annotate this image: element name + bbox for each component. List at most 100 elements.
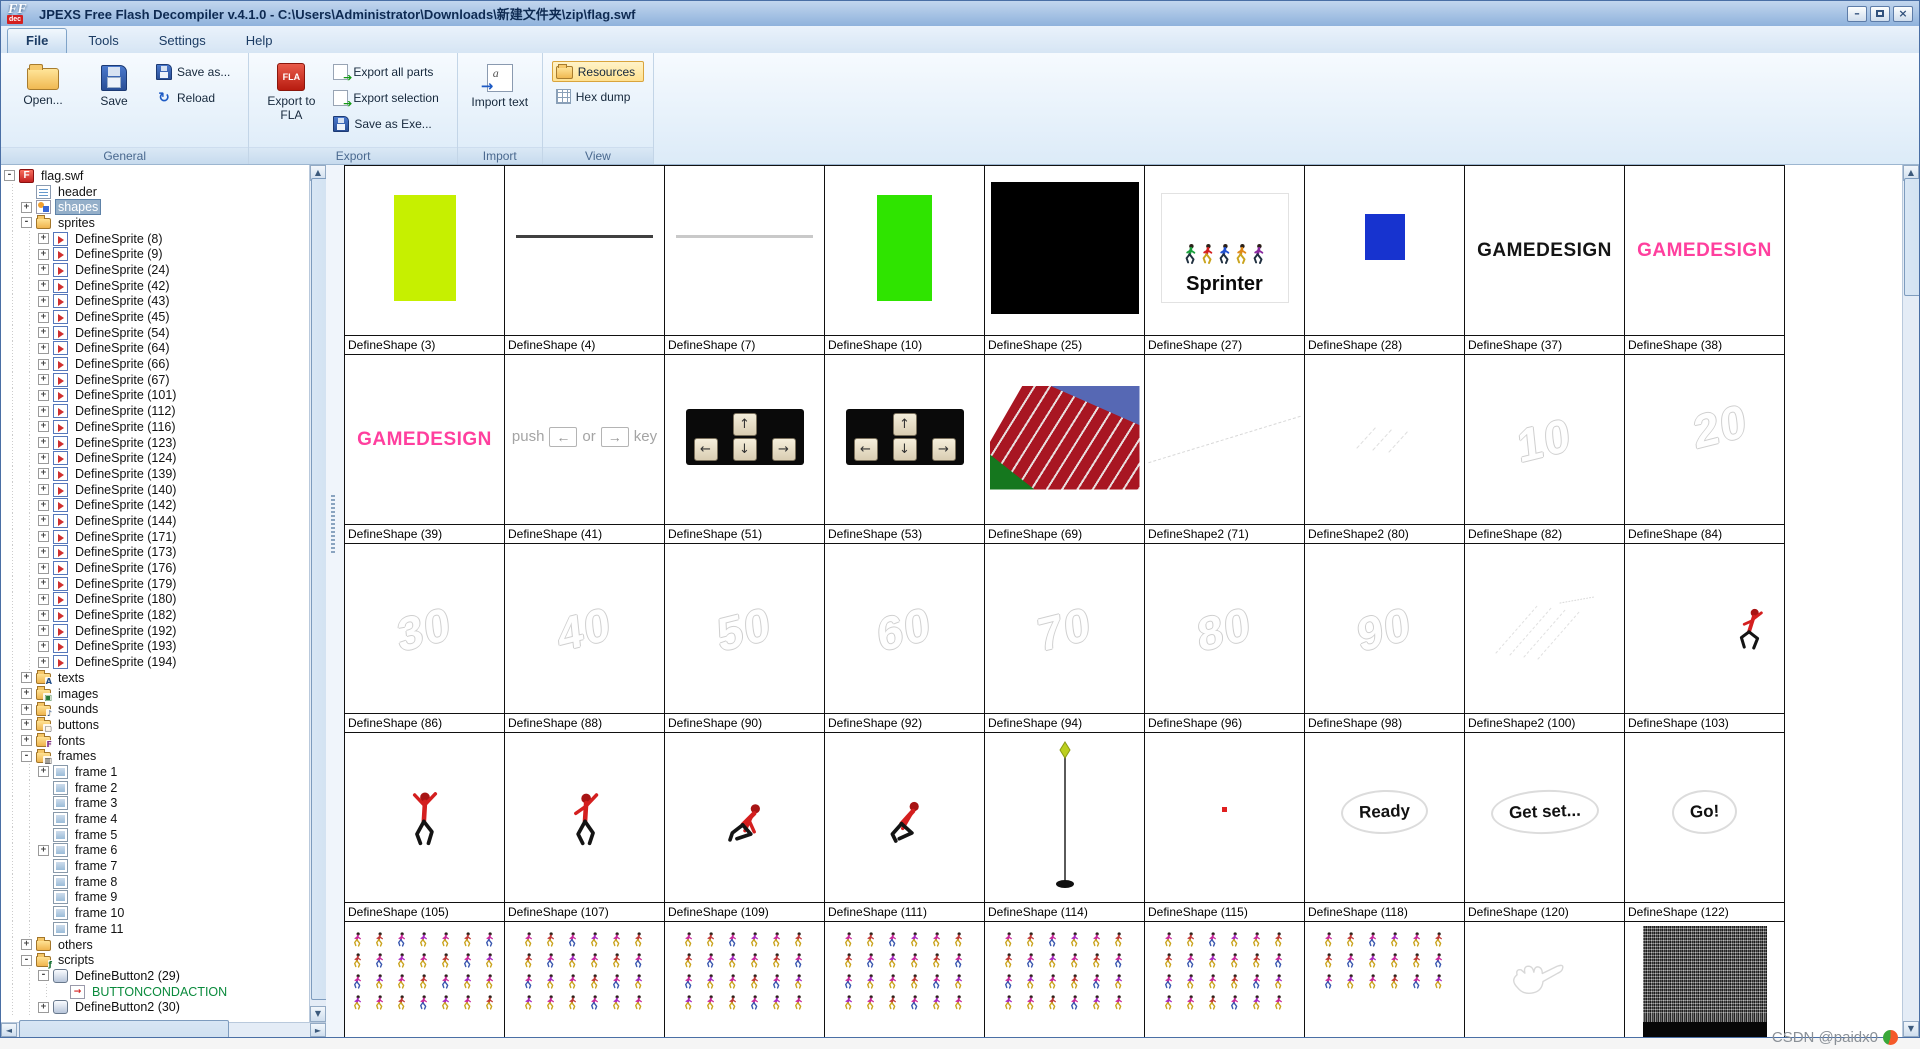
minimize-button[interactable]: – <box>1847 5 1867 22</box>
tree-item-definesprite-42[interactable]: + DefineSprite (42) <box>4 277 309 294</box>
cell-unlabeled[interactable] <box>1305 922 1465 1037</box>
tree-item-definesprite-66[interactable]: + DefineSprite (66) <box>4 356 309 372</box>
tree-item-shapes[interactable]: + shapes <box>4 199 309 216</box>
expand-icon[interactable]: + <box>21 201 32 213</box>
tree-item-flag-swf[interactable]: - flag.swf <box>4 168 309 184</box>
tree-scroll-thumb[interactable] <box>311 178 326 1000</box>
expand-icon[interactable]: + <box>38 295 49 307</box>
expand-icon[interactable]: + <box>38 484 49 496</box>
cell-defineshape-94[interactable]: 70 DefineShape (94) <box>985 544 1145 733</box>
cell-defineshape-28[interactable]: DefineShape (28) <box>1305 166 1465 355</box>
tree-item-frames[interactable]: - frames <box>4 748 309 765</box>
expand-icon[interactable]: + <box>38 499 49 511</box>
expand-icon[interactable]: + <box>38 515 49 527</box>
cell-defineshape-3[interactable]: DefineShape (3) <box>345 166 505 355</box>
tree-item-definesprite-64[interactable]: + DefineSprite (64) <box>4 340 309 357</box>
cell-unlabeled[interactable] <box>665 922 825 1037</box>
tree-item-definesprite-173[interactable]: + DefineSprite (173) <box>4 544 309 561</box>
cell-defineshape2-80[interactable]: DefineShape2 (80) <box>1305 355 1465 544</box>
cell-defineshape-120[interactable]: Get set... DefineShape (120) <box>1465 733 1625 922</box>
menu-tab-settings[interactable]: Settings <box>140 28 225 53</box>
tree-item-definesprite-182[interactable]: + DefineSprite (182) <box>4 607 309 623</box>
expand-icon[interactable]: + <box>38 233 49 245</box>
cell-defineshape-25[interactable]: DefineShape (25) <box>985 166 1145 355</box>
open-button[interactable]: Open... <box>10 58 76 113</box>
save-button[interactable]: Save <box>81 58 147 114</box>
cell-defineshape-118[interactable]: Ready DefineShape (118) <box>1305 733 1465 922</box>
hex-dump-button[interactable]: Hex dump <box>552 86 644 107</box>
cell-defineshape-82[interactable]: 10 DefineShape (82) <box>1465 355 1625 544</box>
expand-icon[interactable]: + <box>38 844 49 856</box>
cell-defineshape-4[interactable]: DefineShape (4) <box>505 166 665 355</box>
tree-horizontal-scrollbar[interactable]: ◄ ► <box>1 1020 326 1037</box>
reload-button[interactable]: Reload <box>152 87 239 109</box>
cell-unlabeled[interactable] <box>985 922 1145 1037</box>
expand-icon[interactable]: + <box>38 405 49 417</box>
expand-icon[interactable]: + <box>38 280 49 292</box>
tree-item-definesprite-43[interactable]: + DefineSprite (43) <box>4 293 309 310</box>
cell-defineshape-103[interactable]: DefineShape (103) <box>1625 544 1785 733</box>
cell-unlabeled[interactable] <box>345 922 505 1037</box>
tree-item-definesprite-180[interactable]: + DefineSprite (180) <box>4 591 309 608</box>
tree-item-definesprite-45[interactable]: + DefineSprite (45) <box>4 309 309 325</box>
tree-item-header[interactable]: header <box>4 183 309 200</box>
cell-defineshape-41[interactable]: push ← or → key DefineShape (41) <box>505 355 665 544</box>
cell-unlabeled[interactable] <box>1625 922 1785 1037</box>
cell-defineshape-109[interactable]: DefineShape (109) <box>665 733 825 922</box>
cell-defineshape-10[interactable]: DefineShape (10) <box>825 166 985 355</box>
tree-item-frame-8[interactable]: frame 8 <box>4 873 309 890</box>
tree-item-definesprite-8[interactable]: + DefineSprite (8) <box>4 230 309 247</box>
collapse-icon[interactable]: - <box>21 217 32 229</box>
cell-defineshape-53[interactable]: ↑ ← ↓ → DefineShape (53) <box>825 355 985 544</box>
expand-icon[interactable]: + <box>38 389 49 401</box>
menu-tab-tools[interactable]: Tools <box>69 28 137 53</box>
expand-icon[interactable]: + <box>38 311 49 323</box>
main-scroll-thumb[interactable] <box>1904 178 1919 296</box>
expand-icon[interactable]: + <box>38 374 49 386</box>
main-scroll-track[interactable] <box>1903 177 1919 1021</box>
scroll-down-icon[interactable]: ▼ <box>1903 1021 1919 1037</box>
tree-item-scripts[interactable]: - scripts <box>4 952 309 969</box>
tree-item-frame-4[interactable]: frame 4 <box>4 811 309 827</box>
expand-icon[interactable]: + <box>38 546 49 558</box>
cell-defineshape2-100[interactable]: DefineShape2 (100) <box>1465 544 1625 733</box>
tree-item-frame-3[interactable]: frame 3 <box>4 795 309 812</box>
tree-item-frame-1[interactable]: + frame 1 <box>4 764 309 780</box>
main-vertical-scrollbar[interactable]: ▲ ▼ <box>1902 165 1919 1037</box>
tree-item-others[interactable]: + others <box>4 936 309 953</box>
cell-defineshape2-71[interactable]: DefineShape2 (71) <box>1145 355 1305 544</box>
cell-defineshape-111[interactable]: DefineShape (111) <box>825 733 985 922</box>
cell-defineshape-84[interactable]: 20 DefineShape (84) <box>1625 355 1785 544</box>
cell-defineshape-38[interactable]: GAMEDESIGN DefineShape (38) <box>1625 166 1785 355</box>
cell-defineshape-105[interactable]: DefineShape (105) <box>345 733 505 922</box>
expand-icon[interactable]: + <box>38 640 49 652</box>
tree-item-definesprite-112[interactable]: + DefineSprite (112) <box>4 403 309 419</box>
cell-defineshape-107[interactable]: DefineShape (107) <box>505 733 665 922</box>
tree-item-sounds[interactable]: + sounds <box>4 701 309 718</box>
expand-icon[interactable]: + <box>38 609 49 621</box>
expand-icon[interactable]: + <box>38 578 49 590</box>
cell-defineshape-51[interactable]: ↑ ← ↓ → DefineShape (51) <box>665 355 825 544</box>
expand-icon[interactable]: + <box>38 766 49 778</box>
expand-icon[interactable]: + <box>38 531 49 543</box>
collapse-icon[interactable]: - <box>4 170 15 182</box>
expand-icon[interactable]: + <box>38 625 49 637</box>
tree-item-frame-5[interactable]: frame 5 <box>4 826 309 843</box>
cell-defineshape-27[interactable]: Sprinter DefineShape (27) <box>1145 166 1305 355</box>
tree-item-frame-2[interactable]: frame 2 <box>4 779 309 796</box>
tree-item-definesprite-123[interactable]: + DefineSprite (123) <box>4 434 309 451</box>
tree-item-fonts[interactable]: + fonts <box>4 732 309 750</box>
tree-item-definesprite-139[interactable]: + DefineSprite (139) <box>4 466 309 482</box>
tree-item-buttons[interactable]: + buttons <box>4 717 309 734</box>
tree-item-definebutton2-30[interactable]: + DefineButton2 (30) <box>4 999 309 1016</box>
expand-icon[interactable]: + <box>21 688 32 700</box>
tree-item-frame-10[interactable]: frame 10 <box>4 905 309 921</box>
tree-item-definesprite-176[interactable]: + DefineSprite (176) <box>4 560 309 576</box>
cell-defineshape-96[interactable]: 80 DefineShape (96) <box>1145 544 1305 733</box>
expand-icon[interactable]: + <box>38 1001 49 1013</box>
cell-defineshape-69[interactable]: DefineShape (69) <box>985 355 1145 544</box>
close-button[interactable]: × <box>1893 5 1913 22</box>
expand-icon[interactable]: + <box>21 703 32 715</box>
tree-item-definesprite-124[interactable]: + DefineSprite (124) <box>4 450 309 467</box>
expand-icon[interactable]: + <box>21 939 32 951</box>
